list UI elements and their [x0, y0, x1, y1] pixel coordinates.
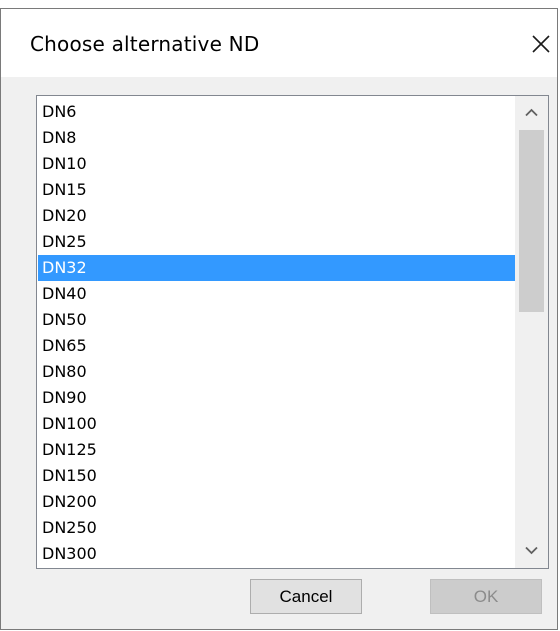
- list-item[interactable]: DN90: [38, 385, 516, 411]
- list-item[interactable]: DN100: [38, 411, 516, 437]
- list-item[interactable]: DN10: [38, 151, 516, 177]
- list-item[interactable]: DN250: [38, 515, 516, 541]
- list-item[interactable]: DN200: [38, 489, 516, 515]
- page: Choose alternative ND DN6 DN8 DN10 DN15 …: [0, 0, 560, 631]
- list-item[interactable]: DN80: [38, 359, 516, 385]
- list-item[interactable]: DN25: [38, 229, 516, 255]
- list-item[interactable]: DN6: [38, 99, 516, 125]
- list-item[interactable]: DN125: [38, 437, 516, 463]
- cancel-button[interactable]: Cancel: [250, 579, 362, 614]
- list-item[interactable]: DN32: [38, 255, 516, 281]
- list-item[interactable]: DN15: [38, 177, 516, 203]
- dialog-title: Choose alternative ND: [30, 32, 260, 56]
- nd-list-items: DN6 DN8 DN10 DN15 DN20 DN25 DN32 DN40 DN…: [38, 99, 516, 567]
- list-item[interactable]: DN150: [38, 463, 516, 489]
- list-item[interactable]: DN20: [38, 203, 516, 229]
- ok-button[interactable]: OK: [430, 579, 542, 614]
- vertical-scrollbar[interactable]: [515, 96, 548, 568]
- scrollbar-thumb[interactable]: [519, 130, 544, 312]
- nd-listbox[interactable]: DN6 DN8 DN10 DN15 DN20 DN25 DN32 DN40 DN…: [36, 95, 549, 569]
- chevron-down-icon: [525, 546, 538, 555]
- scroll-up-button[interactable]: [515, 96, 548, 130]
- list-item[interactable]: DN300: [38, 541, 516, 567]
- choose-nd-dialog: Choose alternative ND DN6 DN8 DN10 DN15 …: [0, 8, 558, 630]
- chevron-up-icon: [525, 108, 538, 117]
- list-item[interactable]: DN65: [38, 333, 516, 359]
- title-bar: Choose alternative ND: [1, 9, 557, 77]
- scroll-down-button[interactable]: [515, 534, 548, 568]
- list-item[interactable]: DN50: [38, 307, 516, 333]
- list-item[interactable]: DN8: [38, 125, 516, 151]
- list-item[interactable]: DN40: [38, 281, 516, 307]
- close-icon[interactable]: [527, 27, 557, 61]
